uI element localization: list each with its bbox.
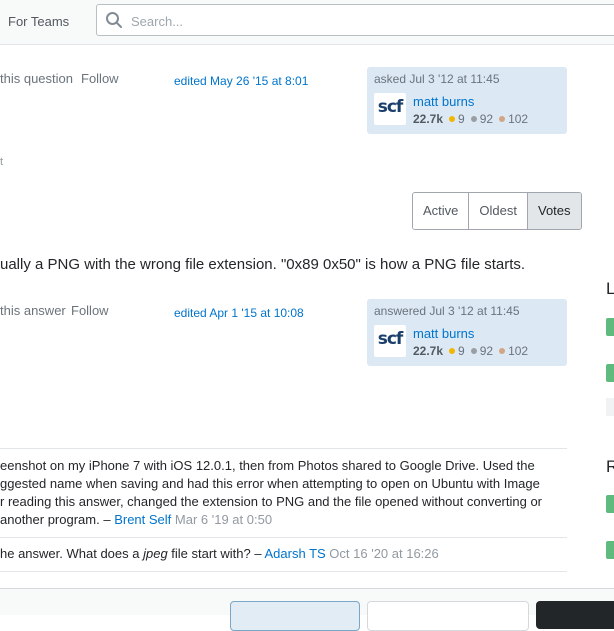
comment-item: he answer. What does a jpeg file start w… bbox=[0, 538, 567, 571]
comment-line: another program. – bbox=[0, 512, 115, 527]
sidebar-vote-badge[interactable] bbox=[606, 364, 614, 382]
sidebar-heading-fragment: R bbox=[606, 457, 614, 476]
avatar[interactable]: scf bbox=[374, 93, 406, 125]
user-name-link[interactable]: matt burns bbox=[413, 94, 474, 109]
bottom-primary-button[interactable] bbox=[230, 601, 360, 631]
gold-count: 9 bbox=[458, 112, 465, 126]
search-icon bbox=[106, 12, 122, 28]
bottom-dark-button[interactable] bbox=[536, 601, 614, 629]
add-comment-fragment[interactable]: t bbox=[0, 156, 3, 168]
comment-line: r reading this answer, changed the exten… bbox=[0, 494, 543, 509]
comment-line: ggested name when saving and had this er… bbox=[0, 476, 540, 491]
gold-badge-icon bbox=[449, 348, 456, 355]
comment-date[interactable]: Oct 16 '20 at 16:26 bbox=[326, 546, 438, 561]
avatar[interactable]: scf bbox=[374, 325, 406, 357]
reputation: 22.7k bbox=[413, 344, 444, 358]
user-stats: 22.7k 9 92 102 bbox=[413, 344, 528, 358]
gold-count: 9 bbox=[458, 344, 465, 358]
sidebar-vote-badge[interactable] bbox=[606, 495, 614, 513]
answer-owner-card: answered Jul 3 '12 at 11:45 scf matt bur… bbox=[367, 299, 567, 366]
answer-body: ually a PNG with the wrong file extensio… bbox=[0, 256, 526, 273]
comment-emphasis: jpeg bbox=[143, 546, 168, 561]
user-stats: 22.7k 9 92 102 bbox=[413, 112, 528, 126]
bottom-bar bbox=[0, 588, 614, 631]
bronze-count: 102 bbox=[508, 112, 529, 126]
gold-badge-icon bbox=[449, 116, 456, 123]
bronze-count: 102 bbox=[508, 344, 529, 358]
silver-count: 92 bbox=[479, 112, 494, 126]
comment-text: file start with? – bbox=[167, 546, 265, 561]
sort-tab-active[interactable]: Active bbox=[413, 193, 470, 229]
top-bar: For Teams bbox=[0, 0, 614, 45]
follow-question-link[interactable]: Follow bbox=[81, 71, 119, 86]
sidebar-vote-badge[interactable] bbox=[606, 398, 614, 416]
asked-timestamp: asked Jul 3 '12 at 11:45 bbox=[374, 72, 500, 86]
sidebar-vote-badge[interactable] bbox=[606, 541, 614, 559]
sidebar-vote-badge[interactable] bbox=[606, 318, 614, 336]
comment-author-link[interactable]: Adarsh TS bbox=[265, 546, 326, 561]
question-edited-link[interactable]: edited May 26 '15 at 8:01 bbox=[174, 74, 308, 88]
answer-edited-link[interactable]: edited Apr 1 '15 at 10:08 bbox=[174, 306, 304, 320]
answer-sort-tabs: Active Oldest Votes bbox=[412, 192, 582, 230]
search-box[interactable] bbox=[96, 4, 614, 36]
divider bbox=[0, 571, 567, 572]
share-answer-link[interactable]: this answer bbox=[0, 303, 66, 318]
silver-badge-icon bbox=[470, 116, 477, 123]
share-question-link[interactable]: this question bbox=[0, 71, 73, 86]
bronze-badge-icon bbox=[499, 116, 506, 123]
sort-tab-oldest[interactable]: Oldest bbox=[469, 193, 528, 229]
bottom-secondary-button[interactable] bbox=[367, 601, 529, 631]
comment-author-link[interactable]: Brent Self bbox=[114, 512, 171, 527]
sidebar-heading-fragment: L bbox=[606, 279, 614, 298]
comment-item: eenshot on my iPhone 7 with iOS 12.0.1, … bbox=[0, 449, 567, 537]
silver-badge-icon bbox=[470, 348, 477, 355]
for-teams-link[interactable]: For Teams bbox=[8, 14, 69, 29]
sort-tab-votes[interactable]: Votes bbox=[527, 193, 581, 229]
silver-count: 92 bbox=[479, 344, 494, 358]
comment-line: eenshot on my iPhone 7 with iOS 12.0.1, … bbox=[0, 458, 535, 473]
reputation: 22.7k bbox=[413, 112, 444, 126]
question-owner-card: asked Jul 3 '12 at 11:45 scf matt burns … bbox=[367, 67, 567, 134]
comment-text: he answer. What does a bbox=[0, 546, 144, 561]
answered-timestamp: answered Jul 3 '12 at 11:45 bbox=[374, 304, 520, 318]
comment-list: eenshot on my iPhone 7 with iOS 12.0.1, … bbox=[0, 448, 567, 572]
follow-answer-link[interactable]: Follow bbox=[71, 303, 109, 318]
comment-date[interactable]: Mar 6 '19 at 0:50 bbox=[171, 512, 272, 527]
search-input[interactable] bbox=[129, 10, 433, 32]
bronze-badge-icon bbox=[499, 348, 506, 355]
user-name-link[interactable]: matt burns bbox=[413, 326, 474, 341]
